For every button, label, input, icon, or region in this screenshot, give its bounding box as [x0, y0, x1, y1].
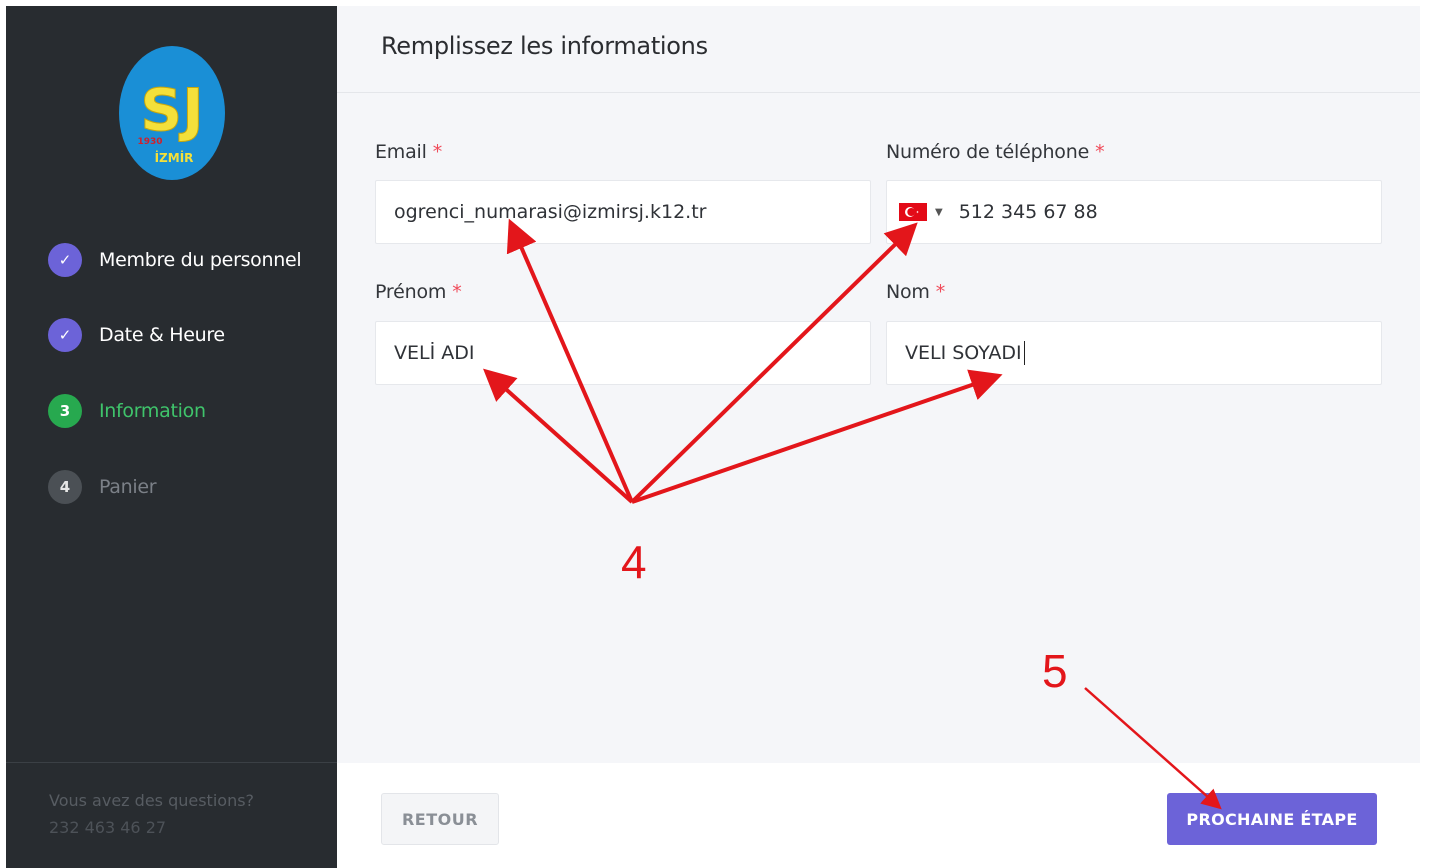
annotation-number-5: 5: [1042, 645, 1068, 697]
phone-field[interactable]: ▼ 512 345 67 88: [886, 180, 1382, 244]
help-phone[interactable]: 232 463 46 27: [49, 818, 166, 837]
first-name-label: Prénom *: [375, 281, 462, 303]
step-label: Date & Heure: [99, 324, 225, 346]
sidebar: SJ 1930 İZMİR ✓ Membre du personnel ✓ Da…: [6, 6, 337, 868]
required-marker: *: [935, 281, 946, 303]
school-logo: SJ 1930 İZMİR: [118, 44, 226, 182]
first-name-field[interactable]: VELİ ADI: [375, 321, 871, 385]
check-icon: ✓: [48, 318, 82, 352]
svg-text:İZMİR: İZMİR: [155, 150, 194, 165]
email-field[interactable]: ogrenci_numarasi@izmirsj.k12.tr: [375, 180, 871, 244]
text-cursor: [1023, 341, 1025, 365]
step-label: Information: [99, 400, 206, 422]
form-header: Remplissez les informations: [337, 6, 1420, 93]
first-name-value: VELİ ADI: [394, 342, 475, 364]
svg-text:1930: 1930: [137, 137, 162, 147]
step-label: Membre du personnel: [99, 249, 302, 271]
step-label: Panier: [99, 476, 157, 498]
step-information[interactable]: 3 Information: [48, 393, 206, 429]
check-icon: ✓: [48, 243, 82, 277]
last-name-field[interactable]: VELI SOYADI: [886, 321, 1382, 385]
form-footer: RETOUR PROCHAINE ÉTAPE: [337, 763, 1420, 868]
email-label: Email *: [375, 141, 443, 163]
page-title: Remplissez les informations: [381, 32, 708, 60]
sidebar-divider: [6, 762, 337, 763]
next-step-button[interactable]: PROCHAINE ÉTAPE: [1167, 793, 1377, 845]
required-marker: *: [432, 141, 443, 163]
form-panel: Remplissez les informations Email * ogren…: [337, 6, 1420, 763]
back-button[interactable]: RETOUR: [381, 793, 499, 845]
turkey-flag-icon[interactable]: [899, 203, 927, 221]
step-number-badge: 3: [48, 394, 82, 428]
step-panier[interactable]: 4 Panier: [48, 469, 157, 505]
chevron-down-icon[interactable]: ▼: [935, 207, 943, 218]
svg-text:SJ: SJ: [140, 76, 203, 144]
step-membre-du-personnel[interactable]: ✓ Membre du personnel: [48, 242, 302, 278]
help-question: Vous avez des questions?: [49, 791, 255, 810]
required-marker: *: [452, 281, 462, 303]
annotation-number-4: 4: [621, 536, 647, 588]
step-number-badge: 4: [48, 470, 82, 504]
phone-value: 512 345 67 88: [958, 201, 1098, 223]
required-marker: *: [1095, 141, 1105, 163]
last-name-value: VELI SOYADI: [905, 342, 1022, 364]
phone-label: Numéro de téléphone *: [886, 141, 1105, 163]
last-name-label: Nom *: [886, 281, 946, 303]
step-date-heure[interactable]: ✓ Date & Heure: [48, 317, 225, 353]
email-value: ogrenci_numarasi@izmirsj.k12.tr: [394, 201, 707, 223]
page-edge: [1420, 0, 1430, 868]
